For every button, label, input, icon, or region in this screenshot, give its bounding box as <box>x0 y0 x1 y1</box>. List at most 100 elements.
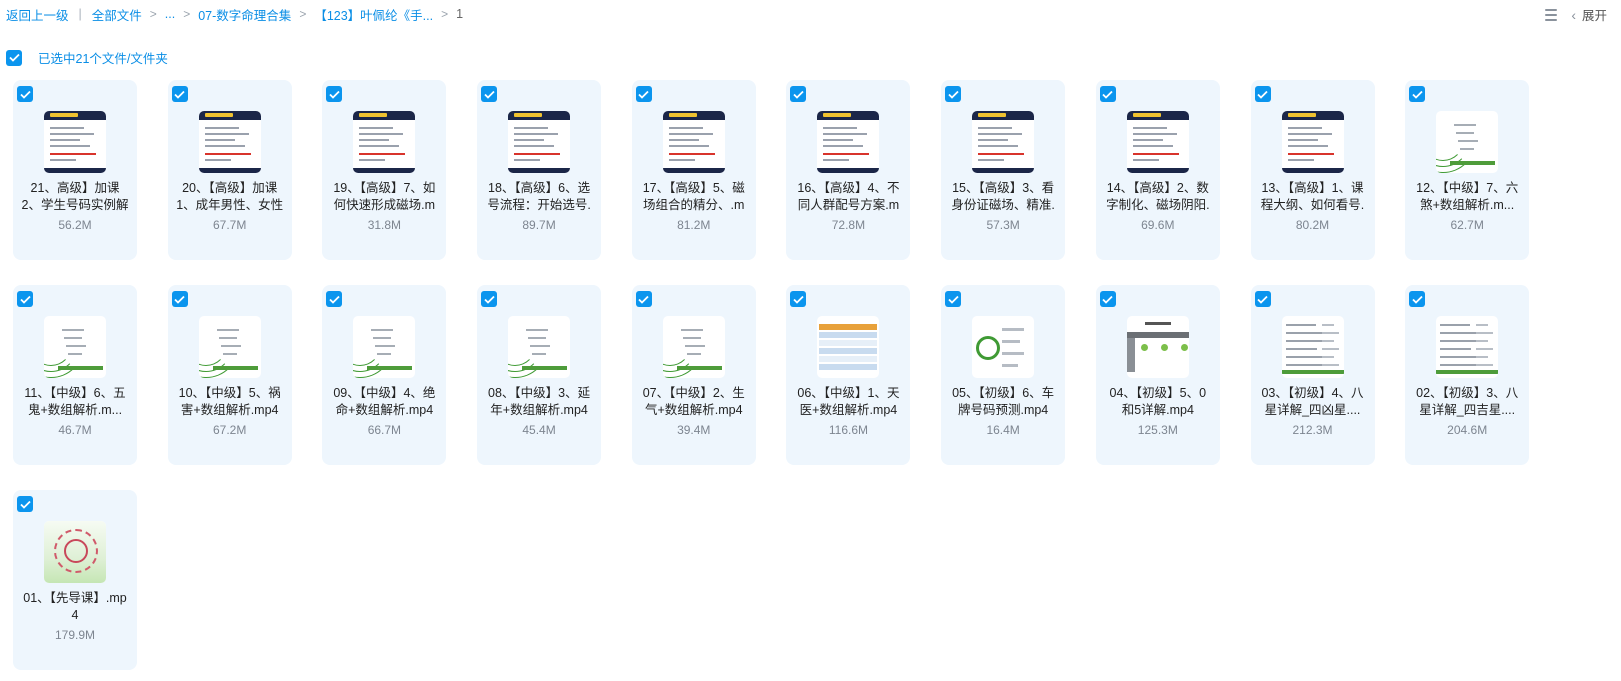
check-icon <box>329 90 340 99</box>
select-all-checkbox[interactable] <box>6 49 22 66</box>
file-checkbox[interactable] <box>945 291 962 307</box>
chevron-left-icon: ‹ <box>1571 6 1576 23</box>
video-thumbnail <box>1126 111 1189 173</box>
view-tools: ‹ 展开 <box>1545 5 1607 24</box>
breadcrumb-ellipsis[interactable]: ... <box>165 7 175 21</box>
file-name: 19、【高级】7、如何快速形成磁场.mp4 <box>333 181 436 212</box>
file-name: 16、【高级】4、不同人群配号方案.mp4 <box>797 181 900 212</box>
file-name: 08、【中级】3、延年+数组解析.mp4 <box>488 386 591 417</box>
file-size: 179.9M <box>54 628 96 642</box>
breadcrumb-all-files[interactable]: 全部文件 <box>92 5 142 24</box>
video-thumbnail <box>353 316 416 378</box>
file-card[interactable]: 05、【初级】6、车牌号码预测.mp4 16.4M <box>941 285 1066 465</box>
file-name: 03、【初级】4、八星详解_四凶星.... <box>1261 386 1364 417</box>
file-card[interactable]: 06、【中级】1、天医+数组解析.mp4 116.6M <box>786 285 911 465</box>
back-link[interactable]: 返回上一级 <box>6 5 69 24</box>
file-card[interactable]: 18、【高级】6、选号流程：开始选号.mp4 89.7M <box>477 80 602 260</box>
check-icon <box>947 295 959 304</box>
file-card[interactable]: 08、【中级】3、延年+数组解析.mp4 45.4M <box>477 285 602 465</box>
file-card[interactable]: 19、【高级】7、如何快速形成磁场.mp4 31.8M <box>322 80 447 260</box>
file-checkbox[interactable] <box>945 86 962 102</box>
file-name: 14、【高级】2、数字制化、磁场阴阳.mp4 <box>1106 181 1210 212</box>
file-size: 69.6M <box>1141 218 1175 232</box>
video-thumbnail <box>662 316 725 378</box>
file-size: 80.2M <box>1295 218 1330 232</box>
file-checkbox[interactable] <box>481 86 498 102</box>
file-size: 116.6M <box>828 423 868 437</box>
file-card[interactable]: 21、高级】加课2、学生号码实例解析.mp4 56.2M <box>13 80 137 260</box>
file-checkbox[interactable] <box>635 86 652 102</box>
list-view-icon[interactable] <box>1545 8 1558 21</box>
file-name: 15、【高级】3、看身份证磁场、精准.mp4 <box>951 181 1055 212</box>
video-thumbnail <box>1436 316 1499 378</box>
file-checkbox[interactable] <box>635 291 652 307</box>
check-icon <box>8 53 20 62</box>
file-checkbox[interactable] <box>1254 291 1271 307</box>
file-checkbox[interactable] <box>790 86 807 102</box>
file-card[interactable]: 20、【高级】加课1、成年男性、女性号码.mp4 67.7M <box>167 80 292 260</box>
file-checkbox[interactable] <box>17 291 33 307</box>
file-size: 56.2M <box>58 218 92 232</box>
file-name: 05、【初级】6、车牌号码预测.mp4 <box>952 386 1055 417</box>
expand-label: 展开 <box>1581 9 1607 23</box>
file-checkbox[interactable] <box>790 291 807 307</box>
file-size: 204.6M <box>1447 423 1488 437</box>
file-checkbox[interactable] <box>481 291 498 307</box>
file-checkbox[interactable] <box>171 291 188 307</box>
file-card[interactable]: 04、【初级】5、0和5详解.mp4 125.3M <box>1095 285 1220 465</box>
file-name: 09、【中级】4、绝命+数组解析.mp4 <box>333 386 436 417</box>
file-card[interactable]: 03、【初级】4、八星详解_四凶星.... 212.3M <box>1250 285 1375 465</box>
file-size: 16.4M <box>986 423 1020 437</box>
check-icon <box>1412 90 1423 99</box>
file-card[interactable]: 01、【先导课】.mp4 179.9M <box>13 490 137 670</box>
file-card[interactable]: 02、【初级】3、八星详解_四吉星.... 204.6M <box>1405 285 1530 465</box>
file-card[interactable]: 12、【中级】7、六煞+数组解析.m... 62.7M <box>1405 80 1530 260</box>
video-thumbnail <box>1126 316 1189 378</box>
file-size: 67.7M <box>213 218 247 232</box>
check-icon <box>174 295 185 304</box>
file-name: 18、【高级】6、选号流程：开始选号.mp4 <box>487 181 591 212</box>
file-card[interactable]: 07、【中级】2、生气+数组解析.mp4 39.4M <box>631 285 756 465</box>
expand-button[interactable]: ‹ 展开 <box>1571 5 1607 24</box>
file-grid: 21、高级】加课2、学生号码实例解析.mp4 56.2M 20、【高级】加课1、… <box>13 80 1530 670</box>
breadcrumb: 返回上一级 | 全部文件 > ... > 07-数字命理合集 > 【123】叶佩… <box>6 5 463 24</box>
file-checkbox[interactable] <box>326 291 343 307</box>
file-name: 04、【初级】5、0和5详解.mp4 <box>1109 386 1207 417</box>
video-thumbnail <box>508 316 571 378</box>
breadcrumb-folder-numerology[interactable]: 07-数字命理合集 <box>198 5 291 24</box>
file-checkbox[interactable] <box>1099 86 1116 102</box>
file-card[interactable]: 15、【高级】3、看身份证磁场、精准.mp4 57.3M <box>941 80 1066 260</box>
file-card[interactable]: 10、【中级】5、祸害+数组解析.mp4 67.2M <box>167 285 292 465</box>
check-icon <box>174 90 185 99</box>
video-thumbnail <box>198 316 261 378</box>
check-icon <box>1257 295 1268 304</box>
file-name: 12、【中级】7、六煞+数组解析.m... <box>1416 181 1519 212</box>
file-name: 17、【高级】5、磁场组合的精分、.mp4 <box>642 181 745 212</box>
file-size: 81.2M <box>677 218 711 232</box>
file-checkbox[interactable] <box>17 86 33 102</box>
video-thumbnail <box>44 111 106 173</box>
video-thumbnail <box>353 111 416 173</box>
file-card[interactable]: 09、【中级】4、绝命+数组解析.mp4 66.7M <box>322 285 447 465</box>
file-name: 13、【高级】1、课程大纲、如何看号.mp4 <box>1260 181 1365 212</box>
check-icon <box>19 500 31 509</box>
file-card[interactable]: 13、【高级】1、课程大纲、如何看号.mp4 80.2M <box>1250 80 1375 260</box>
selection-count-label: 已选中21个文件/文件夹 <box>38 52 168 66</box>
file-card[interactable]: 14、【高级】2、数字制化、磁场阴阳.mp4 69.6M <box>1095 80 1220 260</box>
file-card[interactable]: 17、【高级】5、磁场组合的精分、.mp4 81.2M <box>631 80 756 260</box>
video-thumbnail <box>508 111 571 173</box>
file-name: 01、【先导课】.mp4 <box>23 591 127 622</box>
file-card[interactable]: 11、【中级】6、五鬼+数组解析.m... 46.7M <box>13 285 137 465</box>
file-checkbox[interactable] <box>1254 86 1271 102</box>
file-checkbox[interactable] <box>1099 291 1116 307</box>
file-checkbox[interactable] <box>17 496 33 512</box>
file-checkbox[interactable] <box>326 86 343 102</box>
file-checkbox[interactable] <box>171 86 188 102</box>
check-icon <box>483 90 495 99</box>
file-size: 212.3M <box>1292 423 1333 437</box>
check-icon <box>483 295 495 304</box>
file-checkbox[interactable] <box>1409 291 1426 307</box>
file-card[interactable]: 16、【高级】4、不同人群配号方案.mp4 72.8M <box>786 80 911 260</box>
file-checkbox[interactable] <box>1409 86 1426 102</box>
breadcrumb-folder-course[interactable]: 【123】叶佩纶《手... <box>314 5 433 24</box>
